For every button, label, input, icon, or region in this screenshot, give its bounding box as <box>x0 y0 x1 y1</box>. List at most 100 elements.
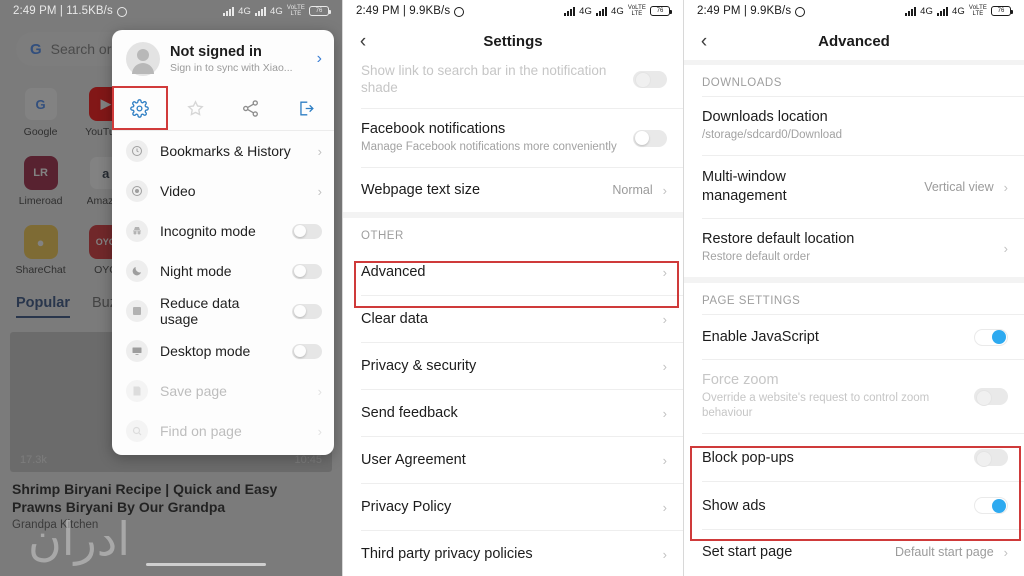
row-title: Webpage text size <box>361 182 481 198</box>
row-downloads-location[interactable]: Downloads location /storage/sdcard0/Down… <box>684 97 1024 155</box>
network-type-1: 4G <box>920 5 934 17</box>
force-zoom-toggle[interactable] <box>974 388 1008 406</box>
status-bar-c: 2:49 PM | 9.9KB/s 4G 4G VoLTE LTE 76 <box>684 0 1024 22</box>
add-bookmark-button[interactable] <box>168 86 224 130</box>
status-bar-b: 2:49 PM | 9.9KB/s 4G 4G VoLTE LTE 76 <box>343 0 683 22</box>
nav-pill[interactable] <box>146 562 266 566</box>
battery-icon: 76 <box>309 6 331 16</box>
signal-bars-icon <box>223 6 235 16</box>
row-set-start-page[interactable]: Set start page Default start page › <box>684 530 1024 574</box>
exit-button[interactable] <box>279 86 335 130</box>
row-title: Enable JavaScript <box>702 329 819 345</box>
signal-bars-icon <box>564 6 576 16</box>
moon-icon <box>126 260 148 282</box>
menu-item-night-mode[interactable]: Night mode <box>112 251 334 291</box>
panel-settings: 2:49 PM | 9.9KB/s 4G 4G VoLTE LTE 76 ‹ Se… <box>342 0 683 576</box>
night-mode-toggle[interactable] <box>292 263 322 279</box>
battery-icon: 76 <box>650 6 672 16</box>
share-icon <box>243 99 259 117</box>
menu-item-desktop-mode[interactable]: Desktop mode <box>112 331 334 371</box>
back-arrow-icon[interactable]: ‹ <box>343 32 383 51</box>
back-arrow-icon[interactable]: ‹ <box>684 32 724 51</box>
volte-icon: VoLTE LTE <box>627 5 646 17</box>
row-clear-data[interactable]: Clear data › <box>343 296 683 342</box>
find-icon <box>126 420 148 442</box>
row-value: Vertical view <box>924 180 994 194</box>
exit-icon <box>300 100 314 116</box>
alarm-icon <box>795 7 806 17</box>
desktop-mode-toggle[interactable] <box>292 343 322 359</box>
row-restore-default-location[interactable]: Restore default location Restore default… <box>684 219 1024 277</box>
signal-bars-icon-2 <box>937 6 949 16</box>
row-advanced[interactable]: Advanced › <box>343 249 683 295</box>
advanced-list: DOWNLOADS Downloads location /storage/sd… <box>684 60 1024 574</box>
status-time-data: 2:49 PM | 11.5KB/s <box>13 5 113 17</box>
menu-item-find-on-page: Find on page › <box>112 411 334 451</box>
row-user-agreement[interactable]: User Agreement › <box>343 437 683 483</box>
row-value: Default start page <box>894 545 994 559</box>
row-send-feedback[interactable]: Send feedback › <box>343 390 683 436</box>
row-title: Privacy & security <box>361 358 477 374</box>
star-plus-icon <box>187 99 204 116</box>
reduce-data-usage-toggle[interactable] <box>292 303 322 319</box>
row-title: Send feedback <box>361 405 458 421</box>
menu-item-label: Video <box>160 183 196 199</box>
network-type-1: 4G <box>579 5 593 17</box>
data-saver-icon <box>126 300 148 322</box>
menu-item-reduce-data-usage[interactable]: Reduce data usage <box>112 291 334 331</box>
section-label-downloads: DOWNLOADS <box>702 77 782 89</box>
account-row[interactable]: Not signed in Sign in to sync with Xiao.… <box>112 30 334 86</box>
row-webpage-text-size[interactable]: Webpage text size Normal › <box>343 168 683 212</box>
menu-item-video[interactable]: Video › <box>112 171 334 211</box>
menu-item-bookmarks-history[interactable]: Bookmarks & History › <box>112 131 334 171</box>
menu-item-save-page: Save page › <box>112 371 334 411</box>
row-multi-window-management[interactable]: Multi-window management Vertical view › <box>684 156 1024 218</box>
row-block-popups[interactable]: Block pop-ups <box>684 434 1024 481</box>
row-facebook-notifications[interactable]: Facebook notifications Manage Facebook n… <box>343 109 683 167</box>
row-show-ads[interactable]: Show ads <box>684 482 1024 529</box>
menu-item-incognito-mode[interactable]: Incognito mode <box>112 211 334 251</box>
video-icon <box>126 180 148 202</box>
volte-icon: VoLTE LTE <box>968 5 987 17</box>
block-popups-toggle[interactable] <box>974 449 1008 467</box>
browser-menu-popup: Not signed in Sign in to sync with Xiao.… <box>112 30 334 455</box>
share-button[interactable] <box>223 86 279 130</box>
network-type-2: 4G <box>952 5 965 17</box>
chevron-right-icon: › <box>662 182 667 198</box>
chevron-right-icon: › <box>1003 179 1009 195</box>
chevron-right-icon: › <box>317 383 322 399</box>
show-ads-toggle[interactable] <box>974 497 1008 514</box>
row-force-zoom[interactable]: Force zoom Override a website's request … <box>684 360 1024 433</box>
section-label-other: OTHER <box>361 230 404 242</box>
row-title: Multi-window management <box>702 169 787 204</box>
chevron-right-icon: › <box>662 546 667 562</box>
android-nav-bar[interactable] <box>0 552 342 576</box>
show-link-toggle[interactable] <box>633 70 667 88</box>
row-title: Downloads location <box>702 109 828 125</box>
chevron-right-icon[interactable]: › <box>317 50 322 68</box>
row-show-link-search-bar[interactable]: Show link to search bar in the notificat… <box>343 60 683 108</box>
save-page-icon <box>126 380 148 402</box>
chevron-right-icon: › <box>662 311 667 327</box>
network-type-2: 4G <box>270 5 283 17</box>
chevron-right-icon: › <box>317 423 322 439</box>
row-subtitle: Manage Facebook notifications more conve… <box>361 141 617 153</box>
row-privacy-security[interactable]: Privacy & security › <box>343 343 683 389</box>
row-title: Set start page <box>702 544 793 560</box>
enable-javascript-toggle[interactable] <box>974 328 1008 346</box>
battery-icon: 76 <box>991 6 1013 16</box>
incognito-toggle[interactable] <box>292 223 322 239</box>
chevron-right-icon: › <box>317 143 322 159</box>
volte-icon: VoLTE LTE <box>286 5 305 17</box>
row-third-party-privacy-policies[interactable]: Third party privacy policies › <box>343 531 683 576</box>
row-title: Clear data <box>361 311 428 327</box>
menu-item-label: Incognito mode <box>160 223 256 239</box>
row-title: Show link to search bar in the notificat… <box>361 63 607 95</box>
row-privacy-policy[interactable]: Privacy Policy › <box>343 484 683 530</box>
row-value: Normal <box>612 183 653 197</box>
menu-item-label: Find on page <box>160 423 242 439</box>
row-title: Third party privacy policies <box>361 546 533 562</box>
settings-gear-button[interactable] <box>112 86 168 130</box>
row-enable-javascript[interactable]: Enable JavaScript <box>684 315 1024 359</box>
facebook-notifications-toggle[interactable] <box>633 129 667 147</box>
